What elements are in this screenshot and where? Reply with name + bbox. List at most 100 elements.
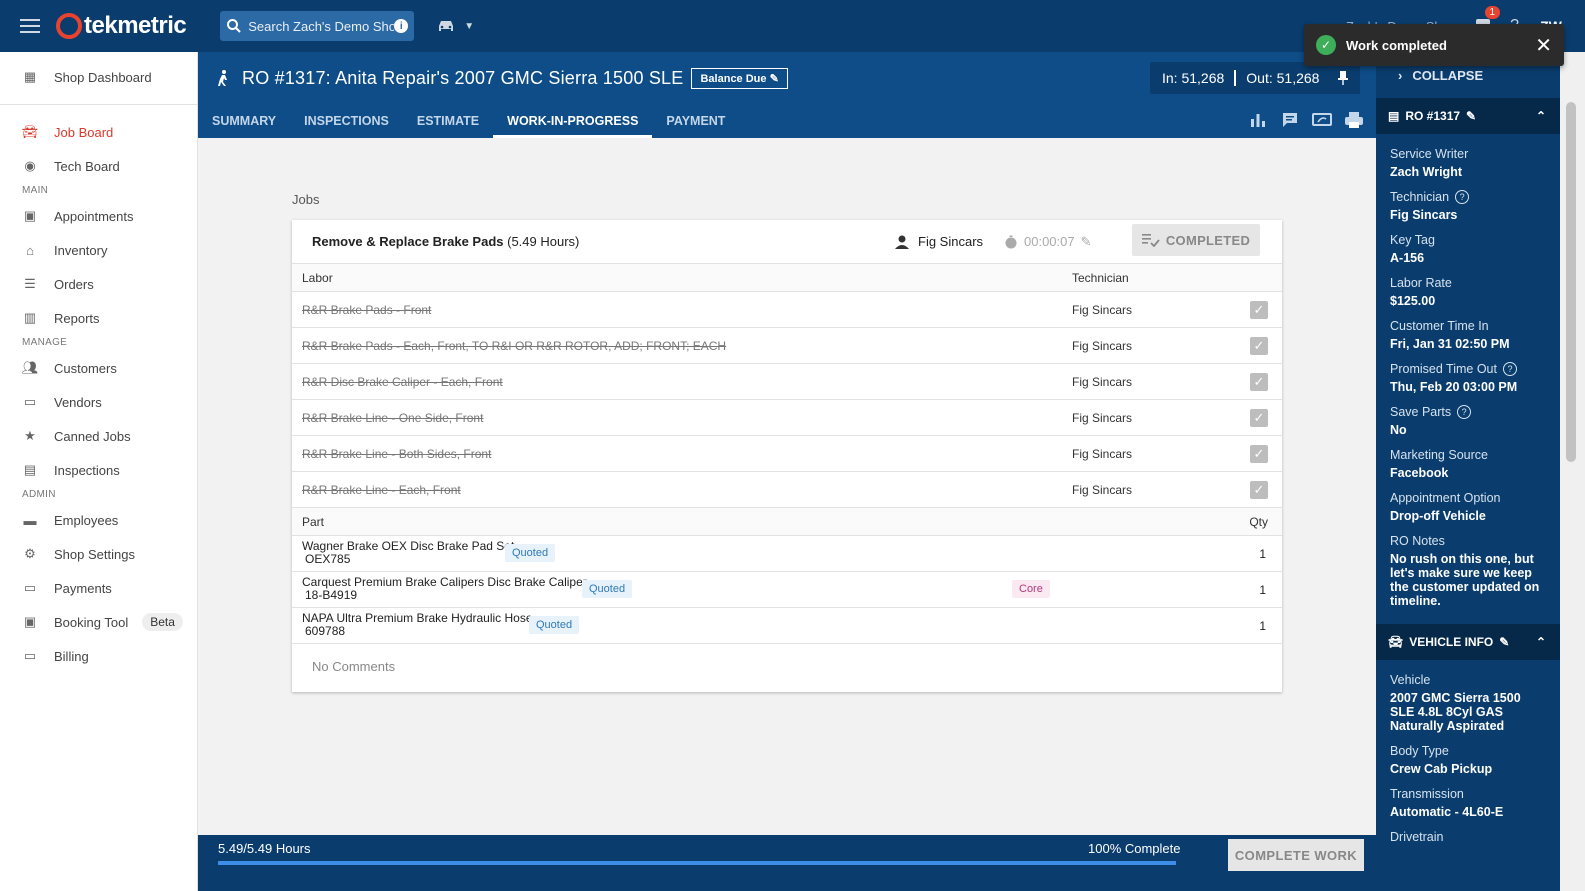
ro-tools bbox=[1248, 110, 1364, 130]
chevron-up-icon[interactable]: ⌃ bbox=[1536, 109, 1546, 123]
labor-technician[interactable]: Fig Sincars bbox=[1072, 483, 1132, 497]
detail-label: Marketing Source bbox=[1390, 447, 1546, 463]
labor-complete-checkbox[interactable]: ✓ bbox=[1250, 409, 1268, 427]
completed-button[interactable]: COMPLETED bbox=[1132, 224, 1260, 256]
print-icon[interactable] bbox=[1344, 110, 1364, 130]
sidebar-item-booking-tool[interactable]: ▣ Booking Tool Beta bbox=[0, 605, 197, 639]
vehicle-section-header[interactable]: 🚘︎ VEHICLE INFO ✎ ⌃ bbox=[1376, 624, 1560, 660]
bar-chart-icon[interactable] bbox=[1248, 110, 1268, 130]
chevron-right-icon: › bbox=[1398, 67, 1403, 83]
car-icon bbox=[439, 21, 454, 31]
message-icon[interactable] bbox=[1280, 110, 1300, 130]
labor-technician[interactable]: Fig Sincars bbox=[1072, 303, 1132, 317]
tab-summary[interactable]: SUMMARY bbox=[198, 104, 290, 138]
detail-field: Marketing Source Facebook bbox=[1390, 447, 1546, 480]
credit-card-icon: ▭ bbox=[23, 648, 37, 663]
detail-label-text: Service Writer bbox=[1390, 147, 1469, 161]
sidebar-item-vendors[interactable]: ▭ Vendors bbox=[0, 385, 197, 419]
labor-technician[interactable]: Fig Sincars bbox=[1072, 447, 1132, 461]
pencil-icon[interactable]: ✎ bbox=[1081, 234, 1092, 250]
car-icon: 🚘︎ bbox=[21, 124, 39, 139]
work-progress-fill bbox=[218, 861, 1176, 865]
detail-value: Drop-off Vehicle bbox=[1390, 509, 1486, 523]
menu-icon[interactable] bbox=[20, 19, 40, 33]
labor-complete-checkbox[interactable]: ✓ bbox=[1250, 337, 1268, 355]
help-icon[interactable]: ? bbox=[1502, 362, 1517, 376]
sidebar-item-label: Billing bbox=[54, 648, 89, 664]
search-box[interactable]: Search Zach's Demo Shop i bbox=[220, 11, 415, 41]
tab-inspections[interactable]: INSPECTIONS bbox=[290, 104, 403, 138]
sidebar-item-shop-dashboard[interactable]: ▦ Shop Dashboard bbox=[0, 60, 197, 94]
labor-row: R&R Brake Pads - Front Fig Sincars ✓ bbox=[292, 292, 1282, 328]
sidebar-item-shop-settings[interactable]: ⚙ Shop Settings bbox=[0, 537, 197, 571]
parts-table-header: Part Qty bbox=[292, 508, 1282, 536]
detail-label: Key Tag bbox=[1390, 232, 1546, 248]
detail-value: Crew Cab Pickup bbox=[1390, 762, 1493, 776]
labor-row: R&R Brake Line - One Side, Front Fig Sinc… bbox=[292, 400, 1282, 436]
ro-header: RO #1317: Anita Repair's 2007 GMC Sierra… bbox=[198, 52, 1376, 138]
ro-section-header[interactable]: ▤ RO #1317 ✎ ⌃ bbox=[1376, 98, 1560, 134]
detail-value: No rush on this one, but let's make sure… bbox=[1390, 552, 1540, 608]
labor-complete-checkbox[interactable]: ✓ bbox=[1250, 481, 1268, 499]
sidebar-item-employees[interactable]: ▬ Employees bbox=[0, 503, 197, 537]
sidebar-section-main: MAIN bbox=[22, 185, 49, 196]
part-number: 18-B4919 bbox=[305, 588, 358, 602]
cash-icon: ▭ bbox=[23, 580, 37, 595]
sidebar-item-customers[interactable]: 👥︎ Customers bbox=[0, 351, 197, 385]
part-number: 609788 bbox=[305, 624, 346, 638]
job-card: Remove & Replace Brake Pads (5.49 Hours)… bbox=[292, 220, 1282, 692]
sidebar-item-tech-board[interactable]: ◉ Tech Board bbox=[0, 149, 197, 183]
labor-technician[interactable]: Fig Sincars bbox=[1072, 375, 1132, 389]
detail-value: A-156 bbox=[1390, 251, 1425, 265]
gear-icon: ⚙ bbox=[24, 546, 36, 561]
balance-due-label: Balance Due bbox=[700, 72, 767, 85]
detail-value: Fig Sincars bbox=[1390, 208, 1458, 222]
sidebar-item-job-board[interactable]: 🚘︎ Job Board bbox=[0, 115, 197, 149]
tab-estimate[interactable]: ESTIMATE bbox=[403, 104, 493, 138]
page-scrollbar[interactable] bbox=[1560, 52, 1585, 891]
labor-technician[interactable]: Fig Sincars bbox=[1072, 339, 1132, 353]
detail-field: Save Parts? No bbox=[1390, 404, 1546, 437]
mileage-box[interactable]: In: 51,268 Out: 51,268 bbox=[1150, 62, 1332, 94]
sidebar-item-canned-jobs[interactable]: ★ Canned Jobs bbox=[0, 419, 197, 453]
tekmetric-logo[interactable]: tekmetric bbox=[56, 12, 187, 40]
chevron-up-icon[interactable]: ⌃ bbox=[1536, 635, 1546, 649]
sidebar-item-appointments[interactable]: ▣ Appointments bbox=[0, 199, 197, 233]
sidebar-item-label: Tech Board bbox=[54, 158, 120, 174]
close-icon[interactable]: ✕ bbox=[1535, 33, 1552, 58]
sidebar-item-label: Inventory bbox=[54, 242, 108, 258]
help-icon[interactable]: ? bbox=[1457, 405, 1472, 419]
labor-technician[interactable]: Fig Sincars bbox=[1072, 411, 1132, 425]
sidebar-item-reports[interactable]: ▥ Reports bbox=[0, 301, 197, 335]
search-input[interactable]: Search Zach's Demo Shop bbox=[248, 19, 394, 34]
help-icon[interactable]: ? bbox=[1455, 190, 1470, 204]
pencil-icon[interactable]: ✎ bbox=[1466, 109, 1476, 123]
labor-complete-checkbox[interactable]: ✓ bbox=[1250, 445, 1268, 463]
badge-icon: ▬ bbox=[23, 512, 37, 528]
pencil-icon[interactable]: ✎ bbox=[1499, 635, 1509, 649]
work-completed-toast: ✓ Work completed ✕ bbox=[1304, 24, 1564, 66]
info-icon[interactable]: i bbox=[394, 19, 409, 33]
detail-value: Facebook bbox=[1390, 466, 1449, 480]
tab-work-in-progress[interactable]: WORK-IN-PROGRESS bbox=[493, 104, 653, 138]
scrollbar-thumb[interactable] bbox=[1566, 102, 1576, 462]
detail-field: Appointment Option Drop-off Vehicle bbox=[1390, 490, 1546, 523]
job-timer[interactable]: 00:00:07 ✎ bbox=[1004, 234, 1092, 250]
warehouse-icon: ⌂ bbox=[26, 242, 34, 258]
sidebar-item-inspections[interactable]: ▤ Inspections bbox=[0, 453, 197, 487]
pin-icon[interactable] bbox=[1326, 62, 1360, 94]
complete-work-button[interactable]: COMPLETE WORK bbox=[1228, 839, 1364, 871]
sidebar-item-payments[interactable]: ▭ Payments bbox=[0, 571, 197, 605]
sidebar-item-billing[interactable]: ▭ Billing bbox=[0, 639, 197, 673]
job-technician[interactable]: Fig Sincars bbox=[894, 234, 983, 250]
balance-due-badge[interactable]: Balance Due ✎ bbox=[691, 67, 788, 89]
vehicle-dropdown[interactable]: ▼ bbox=[436, 18, 474, 34]
sidebar-item-orders[interactable]: ☰ Orders bbox=[0, 267, 197, 301]
tab-payment[interactable]: PAYMENT bbox=[652, 104, 739, 138]
sidebar-item-inventory[interactable]: ⌂ Inventory bbox=[0, 233, 197, 267]
labor-complete-checkbox[interactable]: ✓ bbox=[1250, 301, 1268, 319]
screen-share-icon[interactable] bbox=[1312, 110, 1332, 130]
detail-label: Promised Time Out? bbox=[1390, 361, 1546, 377]
labor-complete-checkbox[interactable]: ✓ bbox=[1250, 373, 1268, 391]
person-icon bbox=[895, 235, 909, 249]
